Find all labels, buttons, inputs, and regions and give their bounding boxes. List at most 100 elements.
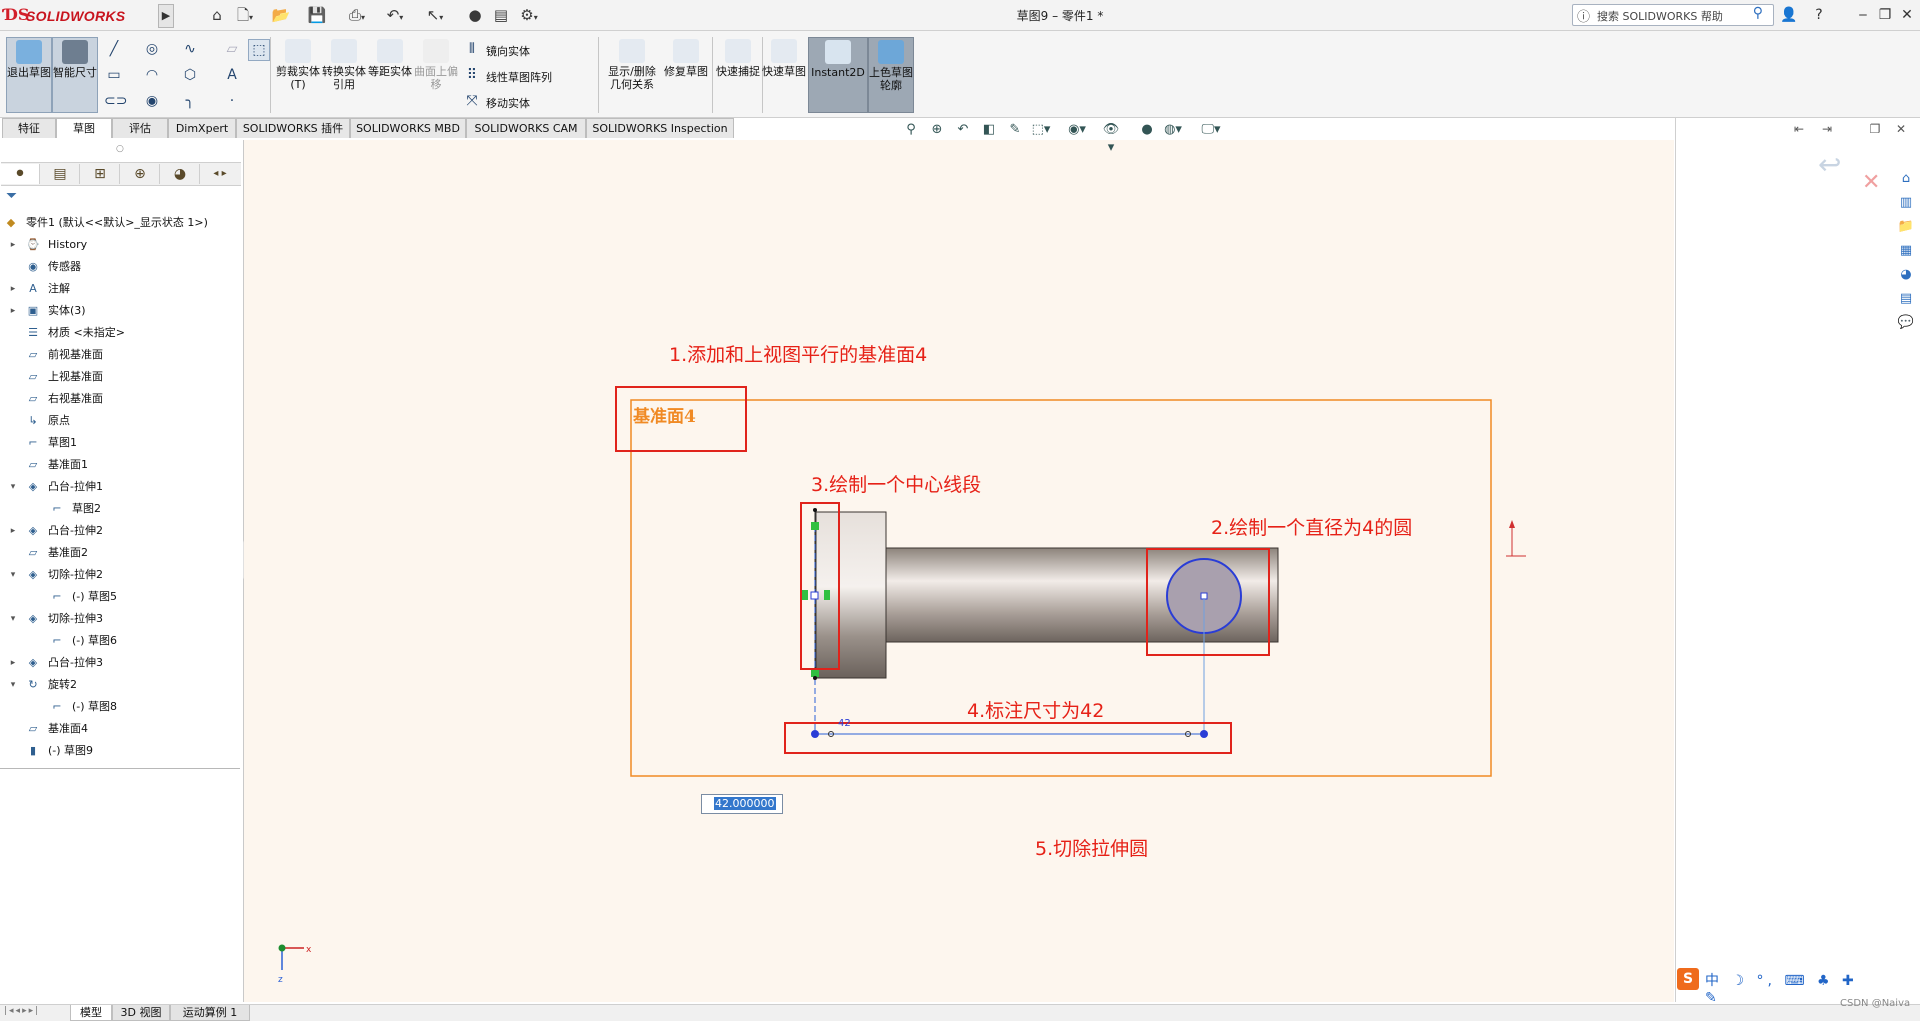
instant2d-button[interactable]: Instant2D — [808, 37, 868, 113]
tree-item-sketch2[interactable]: ⌐ 草图2 — [0, 498, 240, 520]
tree-item-top-plane[interactable]: ▱ 上视基准面 — [0, 366, 240, 388]
tree-item-cut-extrude3[interactable]: ▾ ◈ 切除-拉伸3 — [0, 608, 240, 630]
print-icon[interactable]: ⎙▾ — [346, 5, 368, 25]
tree-item-right-plane[interactable]: ▱ 右视基准面 — [0, 388, 240, 410]
surface-offset-button[interactable]: 曲面上偏移 — [414, 37, 458, 111]
edit-appearance-icon[interactable]: ● — [1136, 121, 1158, 139]
tree-item-boss-extrude1[interactable]: ▾ ◈ 凸台-拉伸1 — [0, 476, 240, 498]
hide-show-icon[interactable]: 👁▾ — [1100, 121, 1122, 155]
tree-item-sketch1[interactable]: ⌐ 草图1 — [0, 432, 240, 454]
taskpane-close-icon[interactable]: ✕ — [1892, 122, 1910, 138]
move-label[interactable]: 移动实体 — [486, 95, 530, 111]
tree-item-solid-bodies[interactable]: ▸ ▣ 实体(3) — [0, 300, 240, 322]
save-icon[interactable]: 💾▾ — [306, 5, 328, 42]
tree-item-material[interactable]: ☰ 材质 <未指定> — [0, 322, 240, 344]
trim-button[interactable]: 剪裁实体(T) — [276, 37, 320, 111]
tab-model[interactable]: 模型 — [70, 1005, 112, 1021]
dynamic-annotation-icon[interactable]: ✎ — [1004, 121, 1026, 139]
rectangle-icon[interactable]: ▭ — [104, 65, 124, 85]
tab-sketch[interactable]: 草图 — [56, 118, 112, 138]
minimize-icon[interactable]: ‒ — [1852, 4, 1874, 26]
dimension-value[interactable]: 42.000000 — [714, 797, 776, 810]
view-settings-icon[interactable]: 🖵▾ — [1200, 121, 1222, 139]
help-icon[interactable]: ? — [1808, 4, 1830, 26]
tab-motion-study[interactable]: 运动算例 1 — [170, 1005, 250, 1021]
tree-item-sketch9[interactable]: ▮ (-) 草图9 — [0, 740, 240, 762]
sketch-point[interactable] — [813, 676, 817, 680]
tree-item-annotations[interactable]: ▸ A 注解 — [0, 278, 240, 300]
feature-tree-icon[interactable]: ⚫ — [1, 164, 40, 184]
circle-icon[interactable]: ◎ — [142, 39, 162, 59]
home-icon[interactable]: ⌂ — [206, 5, 228, 25]
zoom-to-area-icon[interactable]: ⊕ — [926, 121, 948, 139]
expand-arrow-icon[interactable]: ▸ — [8, 652, 18, 674]
taskpane-forward-icon[interactable]: ⇥ — [1818, 122, 1836, 138]
expand-arrow-icon[interactable]: ▾ — [8, 674, 18, 696]
tree-item-history[interactable]: ▸ ⌚ History — [0, 234, 240, 256]
tree-root-part[interactable]: ◆ 零件1 (默认<<默认>_显示状态 1>) — [0, 212, 240, 234]
custom-properties-icon[interactable]: ▤ — [1895, 288, 1917, 310]
tree-item-boss-extrude2[interactable]: ▸ ◈ 凸台-拉伸2 — [0, 520, 240, 542]
plane-icon[interactable]: ▱ — [222, 39, 242, 59]
dimxpert-icon[interactable]: ⊕ — [121, 164, 160, 184]
panel-scroll-arrows-icon[interactable]: ◂ ▸ — [201, 164, 239, 184]
file-explorer-icon[interactable]: 📁 — [1895, 216, 1917, 238]
taskpane-restore-icon[interactable]: ❐ — [1866, 122, 1884, 138]
linear-pattern-label[interactable]: 线性草图阵列 — [486, 69, 552, 85]
open-icon[interactable]: 📂▾ — [270, 5, 292, 42]
select-icon[interactable]: ↖▾ — [424, 5, 446, 25]
apply-scene-icon[interactable]: ◍▾ — [1162, 121, 1184, 139]
view-palette-icon[interactable]: ▦ — [1895, 240, 1917, 262]
tree-item-plane1[interactable]: ▱ 基准面1 — [0, 454, 240, 476]
tab-scroll-arrows-icon[interactable]: |◂◂▸▸| — [4, 1006, 40, 1016]
section-view-icon[interactable]: ◧ — [978, 121, 1000, 139]
design-library-icon[interactable]: ▥ — [1895, 192, 1917, 214]
display-style-icon[interactable]: ◉▾ — [1066, 121, 1088, 139]
tree-item-sketch8[interactable]: ⌐ (-) 草图8 — [0, 696, 240, 718]
appearances-icon[interactable]: ◕ — [1895, 264, 1917, 286]
display-delete-relations-button[interactable]: 显示/删除几何关系 — [604, 37, 660, 111]
polygon-icon[interactable]: ⬡ — [180, 65, 200, 85]
display-manager-icon[interactable]: ◕ — [161, 164, 200, 184]
solidworks-resources-icon[interactable]: ⌂ — [1895, 168, 1917, 190]
graphics-area[interactable]: x z 基准面4 42 1.添加和上视图平行的基准面4 3.绘制一个中心线段 2… — [244, 140, 1674, 1002]
arc-icon[interactable]: ◠ — [142, 65, 162, 85]
repair-sketch-button[interactable]: 修复草图 — [664, 37, 708, 111]
cancel-icon[interactable]: ✕ — [1862, 170, 1880, 195]
line-icon[interactable]: ╱ — [104, 39, 124, 59]
tree-item-plane2[interactable]: ▱ 基准面2 — [0, 542, 240, 564]
tree-item-front-plane[interactable]: ▱ 前视基准面 — [0, 344, 240, 366]
relation-marker[interactable] — [811, 669, 819, 677]
tab-inspection[interactable]: SOLIDWORKS Inspection — [586, 118, 734, 138]
expand-arrow-icon[interactable]: ▾ — [8, 608, 18, 630]
rapid-sketch-button[interactable]: 快速草图 — [762, 37, 806, 111]
configuration-icon[interactable]: ⊞ — [81, 164, 120, 184]
ime-toolbar[interactable]: S 中 ☽ °, ⌨ ♣ ✚ ✎ — [1677, 968, 1867, 1006]
close-icon[interactable]: ✕ — [1896, 4, 1918, 26]
panel-handle[interactable]: ○ — [116, 144, 124, 154]
smart-dimension-button[interactable]: 智能尺寸 — [52, 37, 98, 113]
expand-arrow-icon[interactable]: ▾ — [8, 564, 18, 586]
expand-arrow-icon[interactable]: ▸ — [8, 300, 18, 322]
tab-cam[interactable]: SOLIDWORKS CAM — [466, 118, 586, 138]
tree-item-boss-extrude3[interactable]: ▸ ◈ 凸台-拉伸3 — [0, 652, 240, 674]
tree-item-revolve2[interactable]: ▾ ↻ 旋转2 — [0, 674, 240, 696]
slot-icon[interactable]: ⊂⊃ — [104, 91, 127, 111]
tab-evaluate[interactable]: 评估 — [112, 118, 168, 138]
offset-entities-button[interactable]: 等距实体 — [368, 37, 412, 111]
file-properties-icon[interactable]: ▤ — [490, 5, 512, 25]
spline-icon[interactable]: ∿ — [180, 39, 200, 59]
exit-sketch-button[interactable]: 退出草图 — [6, 37, 52, 113]
sketch-select-icon[interactable]: ⬚ — [248, 39, 270, 61]
expand-arrow-icon[interactable]: ▾ — [8, 476, 18, 498]
tab-addins[interactable]: SOLIDWORKS 插件 — [236, 118, 350, 138]
previous-view-icon[interactable]: ↶ — [952, 121, 974, 139]
shaded-contours-button[interactable]: 上色草图轮廓 — [868, 37, 914, 113]
tree-item-cut-extrude2[interactable]: ▾ ◈ 切除-拉伸2 — [0, 564, 240, 586]
tab-features[interactable]: 特征 — [2, 118, 56, 138]
help-search-input[interactable]: ⓘ 搜索 SOLIDWORKS 帮助 ⚲ — [1572, 4, 1774, 26]
mirror-label[interactable]: 镜向实体 — [486, 43, 530, 59]
menu-expand-button[interactable]: ▶ — [158, 4, 174, 28]
tree-item-plane4[interactable]: ▱ 基准面4 — [0, 718, 240, 740]
text-icon[interactable]: A — [222, 65, 242, 85]
